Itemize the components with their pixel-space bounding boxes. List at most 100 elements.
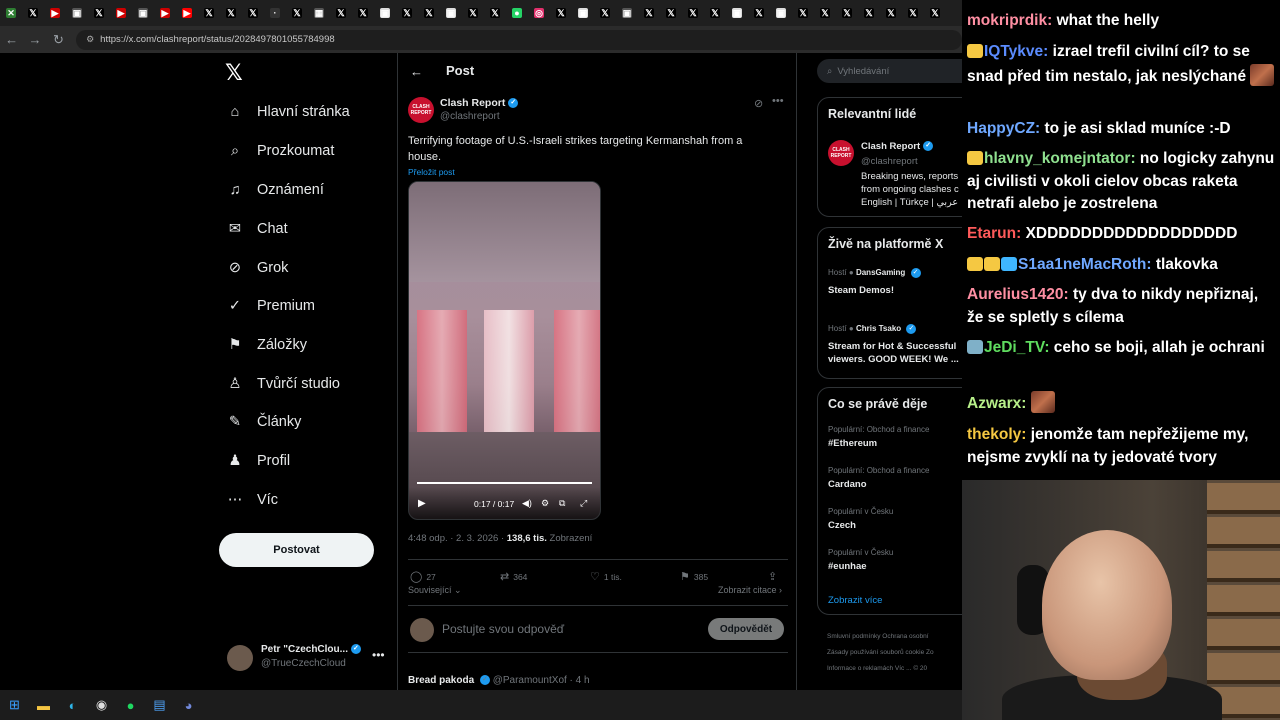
site-info-icon[interactable]: ⚙ — [86, 34, 94, 45]
post-button[interactable]: Postovat — [219, 533, 374, 567]
chat-username[interactable]: HappyCZ — [967, 120, 1035, 137]
nav-item-z-lo-ky[interactable]: ⚑ Záložky — [225, 333, 307, 357]
chat-username[interactable]: JeDi_TV — [984, 339, 1044, 356]
nav-item--l-nky[interactable]: ✎ Články — [225, 410, 301, 434]
video-player[interactable]: ▶ 0:17 / 0:17 ◀) ⚙ ⧉ ⤢ — [408, 181, 601, 520]
author-avatar[interactable]: CLASH REPORT — [828, 140, 854, 166]
chat-username[interactable]: thekoly — [967, 426, 1021, 443]
fullscreen-icon[interactable]: ⤢ — [580, 498, 587, 509]
live-title-line[interactable]: Stream for Hot & Successful — [828, 341, 956, 352]
back-icon[interactable]: ← — [0, 32, 23, 47]
browser-tab[interactable]: 𝕏 — [660, 0, 682, 26]
trend-name[interactable]: Cardano — [828, 479, 867, 490]
timestamp[interactable]: 4:48 odp. · 2. 3. 2026 · — [408, 533, 507, 544]
reload-icon[interactable]: ↻ — [47, 32, 70, 48]
browser-tab[interactable]: ▶ — [44, 0, 66, 26]
browser-tab[interactable]: 𝕏 — [792, 0, 814, 26]
chat-username[interactable]: mokriprdik — [967, 12, 1047, 29]
browser-tab[interactable]: · — [264, 0, 286, 26]
grok-icon[interactable]: ⊘ — [754, 97, 763, 110]
browser-tab[interactable]: 𝕏 — [880, 0, 902, 26]
reply-input[interactable]: Postujte svou odpověď — [442, 622, 564, 636]
live-title[interactable]: Steam Demos! — [828, 285, 894, 296]
browser-tab[interactable]: 𝕏 — [858, 0, 880, 26]
footer-links[interactable]: Informace o reklamách Víc ... © 20 — [827, 665, 927, 672]
notes-icon[interactable]: ▤ — [145, 690, 174, 720]
browser-tab[interactable]: ▣ — [770, 0, 792, 26]
spotify-icon[interactable]: ● — [116, 690, 145, 720]
more-icon[interactable]: ••• — [772, 95, 784, 107]
nav-item-prozkoumat[interactable]: ⌕ Prozkoumat — [225, 139, 334, 163]
nav-item-profil[interactable]: ♟ Profil — [225, 449, 291, 473]
browser-tab[interactable]: ▦ — [308, 0, 330, 26]
chat-username[interactable]: hlavny_komejntator — [984, 150, 1130, 167]
trend-name[interactable]: #Ethereum — [828, 438, 877, 449]
browser-tab[interactable]: ▶ — [110, 0, 132, 26]
browser-tab[interactable]: 𝕏 — [594, 0, 616, 26]
live-host[interactable]: Hostí ● DansGaming ✓ — [828, 268, 921, 278]
pip-icon[interactable]: ⧉ — [559, 498, 565, 509]
author-avatar[interactable]: CLASH REPORT — [408, 97, 434, 123]
related-dropdown[interactable]: Související ⌄ — [408, 585, 462, 596]
author-handle[interactable]: @clashreport — [440, 111, 500, 122]
browser-tab[interactable]: 𝕏 — [242, 0, 264, 26]
browser-tab[interactable]: ▣ — [572, 0, 594, 26]
folder-icon[interactable]: ▬ — [29, 690, 58, 720]
browser-tab[interactable]: 𝕏 — [418, 0, 440, 26]
trend-name[interactable]: Czech — [828, 520, 856, 531]
volume-icon[interactable]: ◀) — [522, 498, 532, 509]
chat-username[interactable]: Etarun — [967, 225, 1016, 242]
browser-tab[interactable]: 𝕏 — [550, 0, 572, 26]
share-icon[interactable]: ⇪ — [768, 570, 777, 583]
nav-item-v-c[interactable]: ⋯ Víc — [225, 488, 278, 512]
browser-tab[interactable]: 𝕏 — [924, 0, 946, 26]
author-name-row[interactable]: Clash Report ✓ — [440, 97, 519, 109]
browser-tab[interactable]: 𝕏 — [902, 0, 924, 26]
browser-tab[interactable]: 𝕏 — [286, 0, 308, 26]
browser-tab[interactable]: ▣ — [726, 0, 748, 26]
back-arrow-icon[interactable]: ← — [410, 64, 423, 79]
reply-button[interactable]: ◯ 27 — [410, 570, 436, 583]
video-progress-bar[interactable] — [417, 482, 592, 484]
browser-tab[interactable]: ▶ — [154, 0, 176, 26]
windows-icon[interactable]: ⊞ — [0, 690, 29, 720]
more-icon[interactable]: ••• — [372, 648, 385, 662]
browser-tab[interactable]: 𝕏 — [638, 0, 660, 26]
forward-icon[interactable]: → — [23, 32, 46, 47]
edge-icon[interactable]: ◐ — [58, 690, 87, 720]
repost-button[interactable]: ⇄ 364 — [500, 570, 527, 583]
browser-tab[interactable]: ▣ — [66, 0, 88, 26]
settings-icon[interactable]: ⚙ — [541, 498, 549, 509]
discord-icon[interactable]: ◕ — [174, 690, 203, 720]
browser-tab[interactable]: 𝕏 — [352, 0, 374, 26]
trend-name[interactable]: #eunhae — [828, 561, 867, 572]
footer-links[interactable]: Zásady používání souborů cookie Zo — [827, 649, 934, 656]
chat-username[interactable]: Aurelius1420 — [967, 286, 1064, 303]
browser-tab[interactable]: 𝕏 — [462, 0, 484, 26]
translate-link[interactable]: Přeložit post — [408, 167, 455, 177]
show-more-link[interactable]: Zobrazit více — [828, 595, 882, 606]
like-button[interactable]: ♡ 1 tis. — [590, 570, 622, 583]
browser-tab[interactable]: 𝕏 — [330, 0, 352, 26]
browser-tab[interactable]: 𝕏 — [682, 0, 704, 26]
chat-username[interactable]: S1aa1neMacRoth — [1018, 256, 1146, 273]
nav-item-ozn-men-[interactable]: ♫ Oznámení — [225, 178, 324, 202]
nav-item-hlavn-str-nka[interactable]: ⌂ Hlavní stránka — [225, 100, 350, 124]
browser-tab[interactable]: 𝕏 — [836, 0, 858, 26]
account-switcher[interactable]: Petr "CzechClou... ✓ @TrueCzechCloud ••• — [227, 642, 397, 674]
browser-tab[interactable]: ▣ — [440, 0, 462, 26]
browser-tab[interactable]: 𝕏 — [484, 0, 506, 26]
obs-icon[interactable]: ◉ — [87, 690, 116, 720]
reply-submit-button[interactable]: Odpovědět — [708, 618, 784, 640]
browser-tab[interactable]: 𝕏 — [220, 0, 242, 26]
play-icon[interactable]: ▶ — [418, 498, 426, 509]
browser-tab[interactable]: 𝕏 — [396, 0, 418, 26]
browser-tab[interactable]: ▣ — [132, 0, 154, 26]
browser-tab[interactable]: ▣ — [616, 0, 638, 26]
x-logo-icon[interactable]: 𝕏 — [225, 61, 243, 86]
browser-tab[interactable]: 𝕏 — [748, 0, 770, 26]
view-quotes-link[interactable]: Zobrazit citace › — [718, 585, 782, 595]
relevant-name-row[interactable]: Clash Report ✓ — [861, 141, 934, 152]
chat-username[interactable]: IQTykve — [984, 43, 1043, 60]
browser-tab[interactable]: 𝕏 — [88, 0, 110, 26]
